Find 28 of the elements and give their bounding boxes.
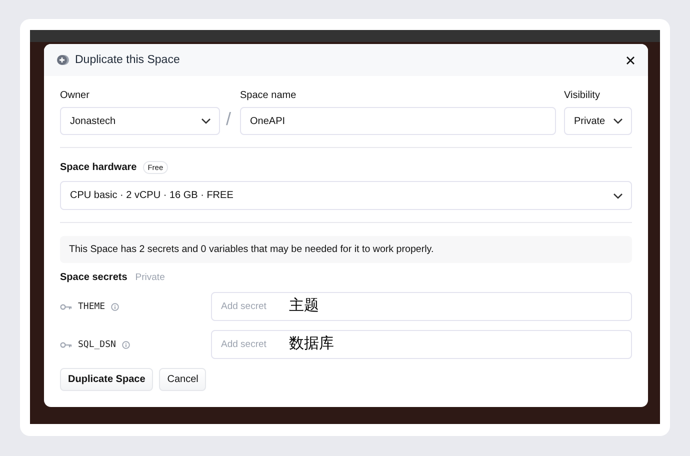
field-label: Space name: [240, 90, 298, 101]
key-icon: [60, 342, 72, 348]
close-icon[interactable]: [626, 56, 635, 64]
section-label: Space secrets: [60, 272, 128, 283]
key-icon: [60, 304, 72, 310]
space-name-field[interactable]: OneAPI: [240, 107, 556, 135]
field-label: Visibility: [564, 90, 601, 101]
duplicate-button[interactable]: Duplicate Space: [60, 368, 154, 391]
notice-banner: This Space has 2 secrets and 0 variables that may be needed for it to work properly.: [60, 236, 632, 263]
secret-name: SQL_DSN: [78, 340, 116, 350]
duplicate-icon: [56, 54, 70, 66]
annotation-text: 主题: [289, 296, 319, 315]
info-icon[interactable]: [122, 340, 130, 348]
secret-name: THEME: [78, 302, 106, 312]
section-label: Space hardware: [60, 162, 137, 173]
owner-dropdown[interactable]: Jonastech: [60, 107, 220, 135]
visibility-dropdown[interactable]: Private: [564, 107, 632, 135]
separator: /: [226, 109, 232, 131]
cancel-button[interactable]: Cancel: [159, 368, 206, 391]
chevron-icon: [613, 192, 623, 198]
info-icon[interactable]: [111, 302, 120, 310]
private-label: Private: [135, 272, 165, 283]
field-label: Owner: [60, 90, 90, 101]
hardware-dropdown[interactable]: CPU basic · 2 vCPU · 16 GB · FREE: [60, 181, 632, 210]
annotation-text: 数据库: [289, 334, 334, 353]
dialog-title: Duplicate this Space: [75, 54, 181, 66]
chevron-icon: [613, 118, 623, 124]
chevron-icon: [201, 118, 211, 124]
